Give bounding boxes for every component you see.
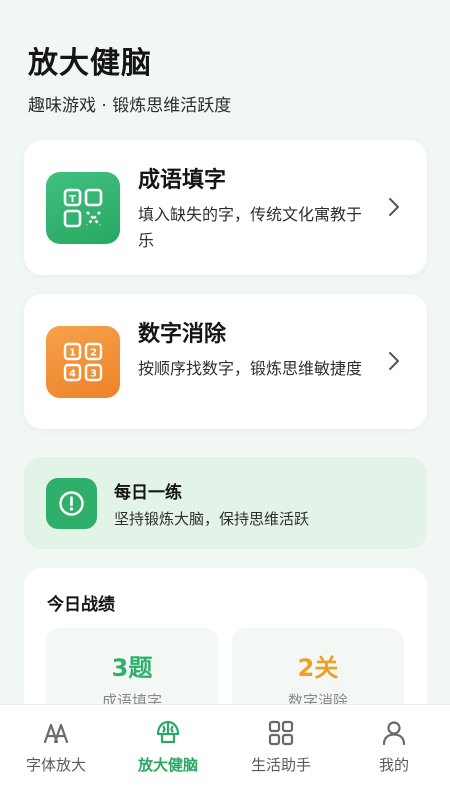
tab-life-assistant[interactable]: 生活助手 xyxy=(225,705,337,801)
number-game-icon: 1 2 4 3 xyxy=(46,326,120,398)
tab-label: 放大健脑 xyxy=(137,756,198,774)
stats-title: 今日战绩 xyxy=(47,595,115,615)
game-title: 数字消除 xyxy=(138,322,227,347)
page-title: 放大健脑 xyxy=(28,46,152,81)
number-grid-icon: 1 2 4 3 xyxy=(63,342,103,382)
exclamation-circle-icon xyxy=(59,491,84,516)
tab-profile[interactable]: 我的 xyxy=(338,705,450,801)
svg-text:3: 3 xyxy=(90,369,97,380)
tab-label: 字体放大 xyxy=(25,756,86,774)
svg-text:T: T xyxy=(69,194,76,205)
tab-brain[interactable]: 放大健脑 xyxy=(112,705,224,801)
daily-title: 每日一练 xyxy=(114,483,182,503)
idiom-game-icon: T xyxy=(46,172,120,244)
tab-label: 我的 xyxy=(378,756,409,774)
daily-icon-box xyxy=(46,478,97,529)
stat-label: 成语填字 xyxy=(101,692,162,704)
game-title: 成语填字 xyxy=(138,168,227,193)
brain-icon xyxy=(156,720,180,744)
game-card-idiom[interactable]: T 成语填字 填入缺失的字，传统文化寓教于乐 xyxy=(24,140,427,275)
stat-label: 数字消除 xyxy=(287,692,348,704)
stat-number: 2关 数字消除 xyxy=(232,628,404,704)
grid-icon xyxy=(268,720,294,746)
tab-font-size[interactable]: 字体放大 xyxy=(0,705,112,801)
svg-text:4: 4 xyxy=(69,369,76,380)
font-size-icon xyxy=(43,723,69,744)
chevron-right-icon xyxy=(389,198,399,216)
bottom-tab-bar: 字体放大 放大健脑 生活助手 我的 xyxy=(0,704,450,801)
chevron-right-icon xyxy=(389,352,399,370)
stat-idiom: 3题 成语填字 xyxy=(46,628,218,704)
today-stats-card: 今日战绩 3题 成语填字 2关 数字消除 xyxy=(24,568,427,704)
tab-label: 生活助手 xyxy=(250,756,311,774)
user-icon xyxy=(382,721,406,746)
svg-text:1: 1 xyxy=(69,348,76,359)
daily-practice-card[interactable]: 每日一练 坚持锻炼大脑，保持思维活跃 xyxy=(24,457,427,549)
stat-value: 2关 xyxy=(297,654,339,682)
game-description: 按顺序找数字，锻炼思维敏捷度 xyxy=(138,359,363,378)
content-area[interactable]: 放大健脑 趣味游戏 · 锻炼思维活跃度 T 成语填字 填入缺失的字，传统文化寓教… xyxy=(0,0,450,704)
game-card-number[interactable]: 1 2 4 3 数字消除 按顺序找数字，锻炼思维敏捷度 xyxy=(24,294,427,429)
idiom-grid-icon: T xyxy=(63,188,103,228)
stat-value: 3题 xyxy=(111,654,153,682)
game-description: 填入缺失的字，传统文化寓教于乐 xyxy=(138,205,363,250)
svg-text:2: 2 xyxy=(90,348,97,359)
page-subtitle: 趣味游戏 · 锻炼思维活跃度 xyxy=(28,96,232,116)
daily-description: 坚持锻炼大脑，保持思维活跃 xyxy=(114,510,310,528)
